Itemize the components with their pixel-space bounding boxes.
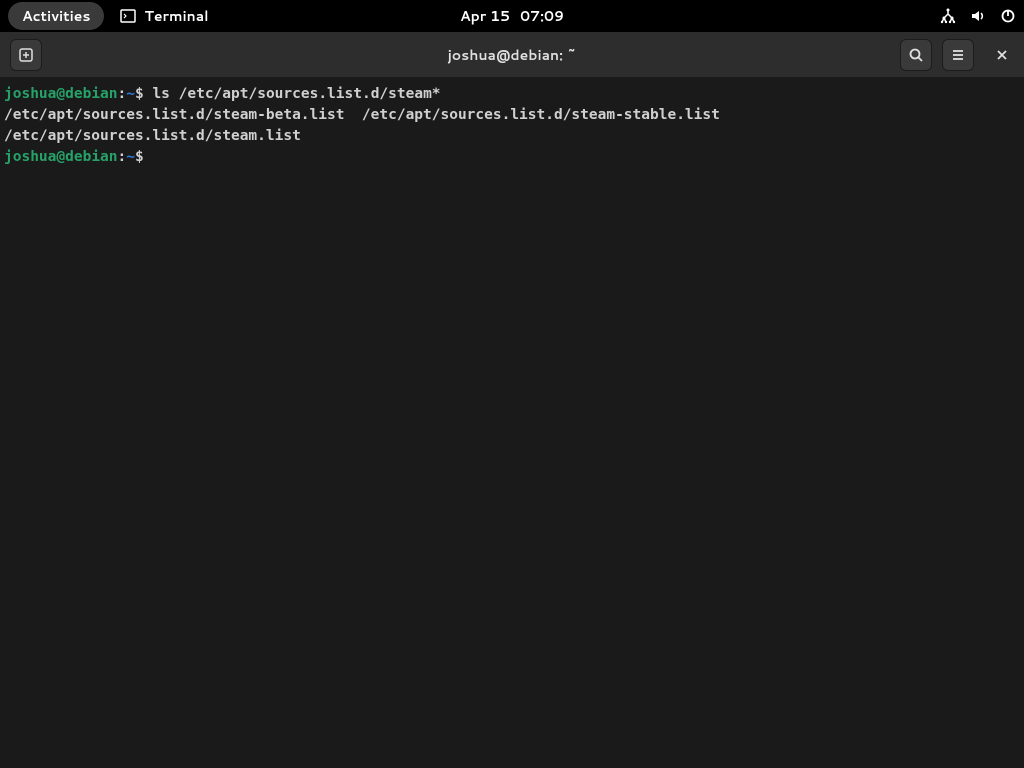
terminal-output-line: /etc/apt/sources.list.d/steam.list xyxy=(4,126,1020,147)
gnome-topbar: Activities Terminal Apr 15 07:09 xyxy=(0,0,1024,32)
prompt-colon: : xyxy=(118,86,127,102)
command-text: ls /etc/apt/sources.list.d/steam* xyxy=(152,86,440,102)
titlebar-left xyxy=(8,39,42,71)
prompt-path: ~ xyxy=(126,86,135,102)
topbar-right xyxy=(940,8,1016,24)
terminal-prompt-line: joshua@debian:~$ ls /etc/apt/sources.lis… xyxy=(4,84,1020,105)
new-tab-button[interactable] xyxy=(10,39,42,71)
power-icon[interactable] xyxy=(1000,8,1016,24)
activities-button[interactable]: Activities xyxy=(8,2,104,30)
topbar-clock[interactable]: Apr 15 07:09 xyxy=(460,6,564,26)
topbar-app-label: Terminal xyxy=(144,6,208,26)
prompt-at: @ xyxy=(56,86,65,102)
close-button[interactable] xyxy=(988,41,1016,69)
terminal-output-line: /etc/apt/sources.list.d/steam-beta.list … xyxy=(4,105,1020,126)
search-button[interactable] xyxy=(900,39,932,71)
topbar-time: 07:09 xyxy=(520,6,564,26)
menu-button[interactable] xyxy=(942,39,974,71)
titlebar-right xyxy=(898,39,1016,71)
terminal-prompt-line: joshua@debian:~$ xyxy=(4,147,1020,168)
prompt-host: debian xyxy=(65,149,117,165)
prompt-dollar: $ xyxy=(135,149,152,165)
prompt-host: debian xyxy=(65,86,117,102)
output-text: /etc/apt/sources.list.d/steam.list xyxy=(4,128,301,144)
network-icon[interactable] xyxy=(940,8,956,24)
prompt-user: joshua xyxy=(4,149,56,165)
prompt-at: @ xyxy=(56,149,65,165)
topbar-date: Apr 15 xyxy=(460,6,510,26)
output-text: /etc/apt/sources.list.d/steam-beta.list … xyxy=(4,107,720,123)
terminal-titlebar: joshua@debian: ~ xyxy=(0,32,1024,78)
prompt-dollar: $ xyxy=(135,86,152,102)
topbar-current-app[interactable]: Terminal xyxy=(120,6,208,26)
terminal-icon xyxy=(120,8,136,24)
terminal-viewport[interactable]: joshua@debian:~$ ls /etc/apt/sources.lis… xyxy=(0,78,1024,768)
window-title: joshua@debian: ~ xyxy=(448,45,577,65)
prompt-colon: : xyxy=(118,149,127,165)
volume-icon[interactable] xyxy=(970,8,986,24)
topbar-left: Activities Terminal xyxy=(8,2,209,30)
prompt-user: joshua xyxy=(4,86,56,102)
prompt-path: ~ xyxy=(126,149,135,165)
